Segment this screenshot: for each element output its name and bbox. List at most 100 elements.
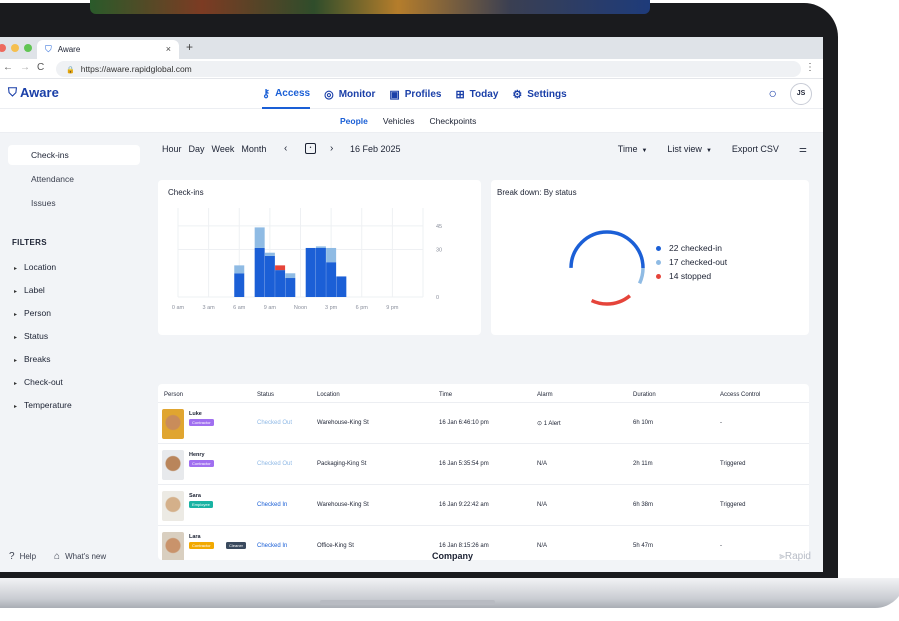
cell-alarm: N/A: [537, 543, 548, 549]
nav-profiles[interactable]: ▣ Profiles: [389, 79, 441, 109]
col-duration[interactable]: Duration: [633, 392, 656, 398]
col-person[interactable]: Person: [164, 392, 183, 398]
col-status[interactable]: Status: [257, 392, 274, 398]
sidebar-item-check-ins[interactable]: Check-ins: [8, 145, 140, 165]
person-name: Lara: [189, 534, 201, 540]
filter-status[interactable]: ▸ Status: [14, 331, 48, 341]
role-badge: Contractor: [189, 419, 214, 426]
nav-label: Monitor: [338, 88, 376, 100]
period-month[interactable]: Month: [241, 144, 266, 154]
cell-alarm: N/A: [537, 502, 548, 508]
maximize-window-icon[interactable]: [24, 44, 32, 52]
bar-segment: [315, 246, 326, 248]
cell-duration: 6h 10m: [633, 420, 654, 426]
period-day[interactable]: Day: [189, 144, 205, 154]
bar-segment: [234, 273, 245, 297]
dropdown-arrow-icon: ▼: [641, 148, 648, 154]
filter-temperature[interactable]: ▸ Temperature: [14, 400, 72, 410]
legend-dot: [656, 245, 661, 251]
caret-right-icon: ▸: [14, 289, 18, 295]
bar-segment: [275, 265, 286, 271]
time-dropdown[interactable]: Time ▼: [618, 144, 648, 155]
browser-menu-icon[interactable]: ⋮: [805, 62, 815, 73]
cell-alarm: N/A: [537, 461, 548, 467]
x-tick-label: 9 am: [264, 305, 277, 311]
tab-close-icon[interactable]: ×: [166, 44, 171, 54]
table-row[interactable]: Luke Contractor Checked Out Warehouse-King …: [158, 402, 809, 443]
help-label: Help: [19, 552, 37, 561]
bar-segment: [264, 255, 275, 297]
filters-heading: FILTERS: [12, 238, 47, 247]
view-dropdown[interactable]: List view ▼: [667, 144, 711, 155]
bottom-bar: Company ⫸Rapid: [148, 551, 823, 572]
nav-settings[interactable]: ⚙ Settings: [512, 79, 566, 109]
chevron-right-icon[interactable]: ›: [330, 143, 333, 154]
x-tick-label: 3 am: [203, 305, 216, 311]
sidebar-item-issues[interactable]: Issues: [8, 193, 140, 213]
export-csv-button[interactable]: Export CSV: [732, 144, 779, 155]
sidebar-item-attendance[interactable]: Attendance: [8, 169, 140, 189]
caret-right-icon: ▸: [14, 404, 18, 410]
subnav-vehicles[interactable]: Vehicles: [383, 116, 415, 126]
table-row[interactable]: Henry Contractor Checked Out Packaging-King…: [158, 443, 809, 484]
chevron-left-icon[interactable]: ‹: [284, 143, 287, 154]
workspace: Check-ins Attendance Issues FILTERS ▸ Loc…: [0, 133, 823, 572]
caret-right-icon: ▸: [14, 266, 18, 272]
nav-today[interactable]: ⊞ Today: [455, 79, 498, 109]
forward-icon[interactable]: →: [20, 62, 30, 73]
col-access-control[interactable]: Access Control: [720, 392, 760, 398]
browser-tab[interactable]: ⛉ Aware ×: [37, 40, 179, 59]
x-tick-label: Noon: [294, 305, 307, 311]
minimize-window-icon[interactable]: [11, 44, 19, 52]
filter-sliders-icon[interactable]: ⚌: [799, 144, 807, 155]
whats-new-label: What's new: [65, 552, 107, 561]
avatar[interactable]: JS: [790, 83, 812, 105]
grid-icon: ⊞: [455, 88, 465, 101]
cell-access: -: [720, 543, 722, 549]
search-icon[interactable]: ○: [769, 85, 777, 101]
donut-slice-checked-in: [569, 230, 645, 306]
person-name: Luke: [189, 411, 202, 417]
gift-icon: ⌂: [54, 551, 61, 562]
y-tick-label: 30: [436, 248, 442, 254]
close-window-icon[interactable]: [0, 44, 6, 52]
whats-new-link[interactable]: ⌂ What's new: [54, 551, 106, 562]
nav-monitor[interactable]: ◎ Monitor: [324, 79, 375, 109]
period-selector: Hour Day Week Month: [162, 144, 266, 154]
nav-access[interactable]: ⚷ Access: [262, 79, 311, 109]
legend-dot: [656, 273, 661, 279]
filter-label: Label: [24, 285, 45, 295]
new-tab-icon[interactable]: +: [186, 40, 193, 54]
col-time[interactable]: Time: [439, 392, 452, 398]
filter-person[interactable]: ▸ Person: [14, 308, 51, 318]
address-field[interactable]: 🔒 https://aware.rapidglobal.com: [56, 61, 801, 77]
calendar-icon[interactable]: •: [305, 143, 316, 154]
back-icon[interactable]: ←: [3, 62, 13, 73]
cell-status: Checked Out: [257, 461, 293, 467]
role-badge: Contractor: [189, 460, 214, 467]
col-location[interactable]: Location: [317, 392, 340, 398]
filter-location[interactable]: ▸ Location: [14, 262, 56, 272]
status-card: Break down: By status 22 checked-in 17 c…: [491, 180, 809, 335]
help-link[interactable]: ? Help: [9, 551, 36, 562]
col-alarm[interactable]: Alarm: [537, 392, 553, 398]
bar-segment: [254, 227, 265, 248]
checkins-table: Person Status Location Time Alarm Durati…: [158, 384, 809, 560]
logo[interactable]: ⛉ Aware: [8, 85, 59, 100]
legend-checked-in: 22 checked-in: [656, 243, 727, 253]
reload-icon[interactable]: C: [37, 62, 44, 73]
profile-card-icon: ▣: [389, 88, 400, 101]
filter-check-out[interactable]: ▸ Check-out: [14, 377, 63, 387]
subnav-people[interactable]: People: [340, 116, 368, 126]
subnav-checkpoints[interactable]: Checkpoints: [430, 116, 477, 126]
period-week[interactable]: Week: [212, 144, 235, 154]
caret-right-icon: ▸: [14, 312, 18, 318]
filter-breaks[interactable]: ▸ Breaks: [14, 354, 50, 364]
table-row[interactable]: Sara Employee Checked In Warehouse-King St 1…: [158, 484, 809, 525]
cell-duration: 6h 38m: [633, 502, 654, 508]
x-tick-label: 3 pm: [325, 305, 338, 311]
sub-nav: People Vehicles Checkpoints: [0, 109, 823, 133]
legend-checked-out: 17 checked-out: [656, 257, 727, 267]
filter-label[interactable]: ▸ Label: [14, 285, 45, 295]
period-hour[interactable]: Hour: [162, 144, 182, 154]
